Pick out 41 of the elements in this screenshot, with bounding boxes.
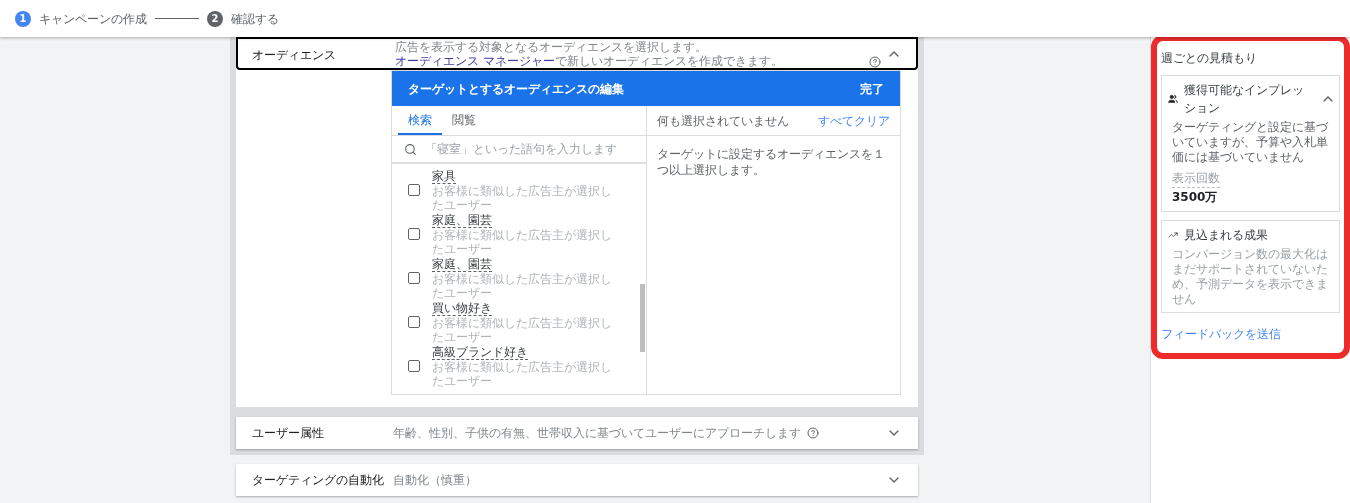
section-title: オーディエンス (252, 47, 337, 64)
search-input[interactable]: 「寝室」といった語句を入力します (425, 140, 634, 158)
tab[interactable]: 検索 (398, 106, 442, 135)
metric-label: 表示回数 (1172, 169, 1220, 188)
step-number: 2 (207, 10, 223, 27)
audience-name: 買い物好き (432, 300, 492, 316)
audience-description: お客様に類似した広告主が選択したユーザー (432, 183, 612, 212)
audience-description: お客様に類似した広告主が選択したユーザー (432, 359, 612, 388)
hint-text: ターゲットに設定するオーディエンスを１つ以上選択します。 (656, 146, 886, 178)
section-description: 広告を表示する対象となるオーディエンスを選択します。 オーディエンス マネージャーで新しいオーディエンスを作成できます。 (395, 40, 784, 68)
step-label: 確認する (231, 10, 279, 28)
audience-name: 高級ブランド好き (432, 344, 528, 360)
card-description: ターゲティングと設定に基づいていますが、予算や入札単価には基づいていません (1171, 120, 1329, 165)
audience-manager-link[interactable]: オーディエンス マネージャー (395, 54, 555, 68)
feedback-link[interactable]: フィードバックを送信 (1161, 327, 1281, 341)
done-button[interactable]: 完了 (860, 79, 884, 98)
step-number: 1 (15, 10, 31, 27)
step-label: キャンペーンの作成 (39, 10, 147, 28)
section-description: 自動化（慎重） (393, 472, 477, 489)
section-description: 年齢、性別、子供の有無、世帯収入に基づいてユーザーにアプローチします (393, 425, 801, 442)
audience-name: 家庭、園芸 (432, 212, 492, 228)
audience-name: 家庭、園芸 (432, 256, 492, 272)
search-field[interactable]: 「寝室」といった語句を入力します (392, 136, 646, 164)
audience-description: お客様に類似した広告主が選択したユーザー (432, 227, 612, 256)
audience-description: お客様に類似した広告主が選択したユーザー (432, 315, 612, 344)
selection-status: 何も選択されていません (657, 112, 789, 130)
audience-header[interactable]: オーディエンス 広告を表示する対象となるオーディエンスを選択します。 オーディエンス マネージャーで新しいオーディエンスを作成できます。 (236, 37, 918, 70)
card-description: コンバージョン数の最大化はまだサポートされていないため、予測データを表示できません (1171, 247, 1329, 307)
audience-description: お客様に類似した広告主が選択したユーザー (432, 271, 612, 300)
section-card[interactable]: ユーザー属性 年齢、性別、子供の有無、世帯収入に基づいてユーザーにアプローチします (236, 417, 918, 449)
card-title: 見込まれる成果 (1184, 227, 1268, 244)
tab[interactable]: 閲覧 (442, 106, 486, 135)
section-card[interactable]: ターゲティングの自動化 自動化（慎重） (236, 464, 918, 496)
editor-title: ターゲットとするオーディエンスの編集 (408, 80, 624, 98)
card-title: 獲得可能なインプレッション (1184, 82, 1305, 117)
audience-name: 家具 (432, 168, 456, 184)
metric-value: 3500万 (1172, 189, 1219, 206)
clear-all-link[interactable]: すべてクリア (818, 111, 890, 130)
section-title: ターゲティングの自動化 (252, 472, 385, 489)
section-title: ユーザー属性 (252, 425, 325, 442)
estimates-title: 週ごとの見積もり (1161, 50, 1258, 67)
